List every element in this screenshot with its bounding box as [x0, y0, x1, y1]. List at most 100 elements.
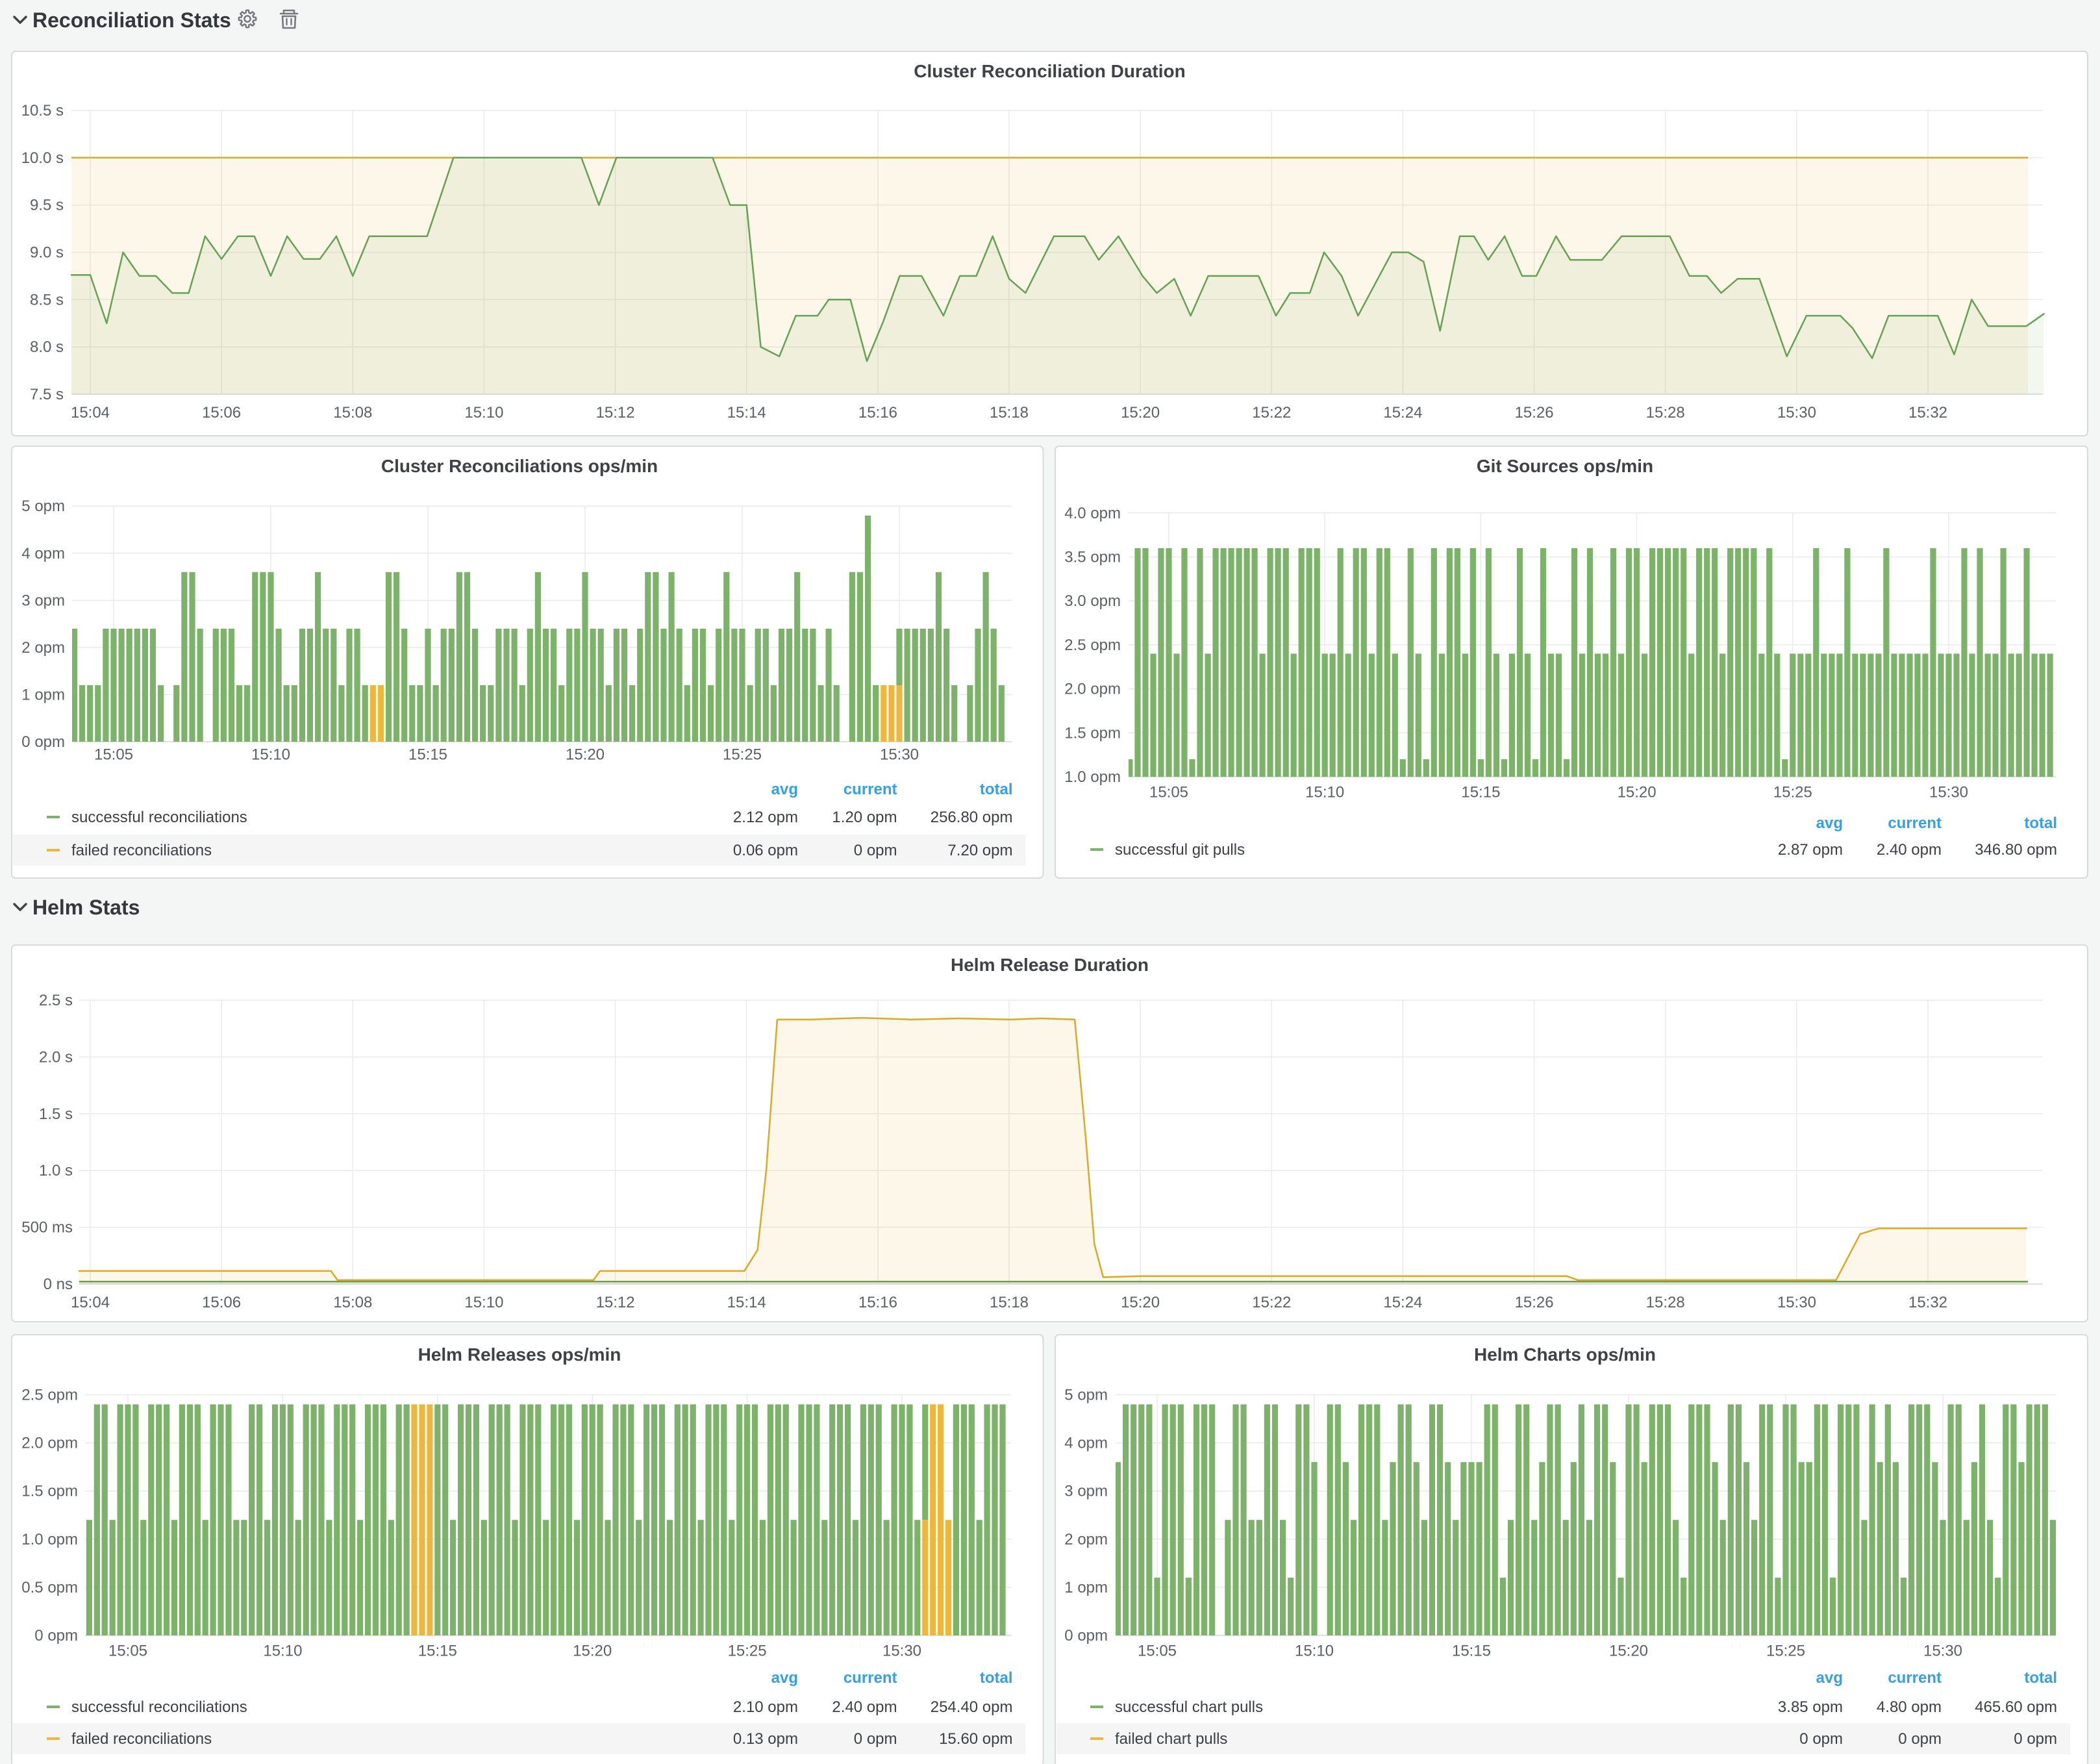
svg-text:15:18: 15:18	[990, 404, 1029, 422]
svg-text:15:20: 15:20	[1609, 1643, 1648, 1660]
svg-text:15:12: 15:12	[596, 404, 635, 422]
svg-text:15:18: 15:18	[990, 1294, 1029, 1311]
svg-text:0 ns: 0 ns	[44, 1276, 73, 1293]
svg-text:2.0 s: 2.0 s	[39, 1048, 73, 1066]
svg-text:15:24: 15:24	[1383, 404, 1422, 422]
svg-text:15:28: 15:28	[1646, 1294, 1685, 1311]
svg-text:3.85 opm: 3.85 opm	[1778, 1698, 1843, 1716]
svg-text:Cluster Reconciliations ops/mi: Cluster Reconciliations ops/min	[381, 456, 658, 476]
svg-text:15:30: 15:30	[1923, 1643, 1962, 1660]
svg-text:failed reconciliations: failed reconciliations	[71, 1730, 212, 1748]
svg-text:Helm Releases ops/min: Helm Releases ops/min	[418, 1344, 621, 1365]
svg-text:2 opm: 2 opm	[1064, 1531, 1108, 1548]
svg-text:15:25: 15:25	[723, 746, 762, 764]
svg-text:15:15: 15:15	[418, 1643, 457, 1660]
svg-text:successful reconciliations: successful reconciliations	[71, 1698, 247, 1716]
svg-text:Helm Stats: Helm Stats	[32, 896, 140, 919]
svg-text:0.13 opm: 0.13 opm	[733, 1730, 798, 1748]
svg-text:0.06 opm: 0.06 opm	[733, 842, 798, 859]
svg-text:15:16: 15:16	[858, 1294, 897, 1311]
svg-text:successful chart pulls: successful chart pulls	[1115, 1698, 1263, 1716]
svg-text:Helm Charts ops/min: Helm Charts ops/min	[1474, 1344, 1656, 1365]
svg-text:3 opm: 3 opm	[21, 592, 65, 609]
svg-text:15:04: 15:04	[71, 404, 110, 422]
svg-text:3.0 opm: 3.0 opm	[1064, 592, 1121, 610]
svg-text:1.5 s: 1.5 s	[39, 1105, 73, 1123]
svg-text:346.80 opm: 346.80 opm	[1975, 841, 2057, 859]
svg-text:5 opm: 5 opm	[1064, 1387, 1108, 1404]
svg-text:15:30: 15:30	[1777, 1294, 1816, 1311]
svg-text:15:12: 15:12	[596, 1294, 635, 1311]
svg-text:256.80 opm: 256.80 opm	[931, 809, 1013, 826]
svg-text:15:05: 15:05	[94, 746, 133, 764]
svg-text:10.0 s: 10.0 s	[21, 149, 64, 167]
svg-text:8.0 s: 8.0 s	[30, 338, 64, 356]
svg-text:current: current	[1888, 1669, 1942, 1687]
svg-text:total: total	[2024, 1669, 2057, 1687]
svg-text:1 opm: 1 opm	[21, 687, 65, 704]
svg-text:5 opm: 5 opm	[21, 498, 65, 515]
svg-text:15:05: 15:05	[1149, 784, 1188, 801]
svg-text:successful reconciliations: successful reconciliations	[71, 809, 247, 826]
svg-text:500 ms: 500 ms	[21, 1219, 73, 1237]
svg-text:0 opm: 0 opm	[21, 733, 65, 751]
svg-text:15:30: 15:30	[1929, 784, 1968, 801]
svg-text:15:20: 15:20	[1618, 784, 1656, 801]
svg-text:2.10 opm: 2.10 opm	[733, 1698, 798, 1716]
svg-text:0 opm: 0 opm	[1064, 1627, 1108, 1644]
svg-text:4 opm: 4 opm	[21, 545, 65, 562]
svg-text:0 opm: 0 opm	[2014, 1730, 2057, 1748]
svg-text:15:04: 15:04	[71, 1294, 110, 1311]
svg-text:15:24: 15:24	[1383, 1294, 1422, 1311]
svg-text:3.5 opm: 3.5 opm	[1064, 549, 1121, 566]
svg-text:total: total	[980, 781, 1013, 798]
svg-text:total: total	[980, 1669, 1013, 1687]
svg-text:15:10: 15:10	[1295, 1643, 1334, 1660]
svg-text:1.0 opm: 1.0 opm	[21, 1531, 78, 1548]
svg-text:15:15: 15:15	[1461, 784, 1500, 801]
svg-text:current: current	[1888, 814, 1942, 832]
svg-text:15:26: 15:26	[1515, 404, 1554, 422]
svg-text:15:10: 15:10	[464, 404, 503, 422]
svg-text:15:25: 15:25	[1766, 1643, 1805, 1660]
svg-text:avg: avg	[1816, 814, 1843, 832]
svg-text:current: current	[844, 1669, 897, 1687]
svg-text:465.60 opm: 465.60 opm	[1975, 1698, 2057, 1716]
svg-text:0 opm: 0 opm	[1898, 1730, 1942, 1748]
svg-text:0 opm: 0 opm	[854, 1730, 897, 1748]
svg-text:1.5 opm: 1.5 opm	[21, 1483, 78, 1500]
svg-text:15:25: 15:25	[728, 1643, 767, 1660]
svg-text:1.20 opm: 1.20 opm	[832, 809, 897, 826]
svg-text:15:28: 15:28	[1646, 404, 1685, 422]
svg-text:1.5 opm: 1.5 opm	[1064, 724, 1121, 742]
svg-text:avg: avg	[1816, 1669, 1843, 1687]
svg-text:2.0 opm: 2.0 opm	[21, 1435, 78, 1452]
svg-text:3 opm: 3 opm	[1064, 1483, 1108, 1500]
svg-text:15:10: 15:10	[251, 746, 290, 764]
svg-text:Reconciliation Stats: Reconciliation Stats	[32, 8, 231, 32]
svg-text:15:25: 15:25	[1773, 784, 1812, 801]
svg-text:15:08: 15:08	[333, 404, 372, 422]
svg-text:15:14: 15:14	[727, 404, 766, 422]
svg-text:15:05: 15:05	[108, 1643, 147, 1660]
svg-text:15:06: 15:06	[202, 1294, 241, 1311]
svg-text:Cluster Reconciliation Duratio: Cluster Reconciliation Duration	[914, 61, 1186, 81]
svg-text:2.5 opm: 2.5 opm	[21, 1387, 78, 1404]
svg-text:15:30: 15:30	[880, 746, 919, 764]
svg-text:15:32: 15:32	[1908, 404, 1947, 422]
svg-text:7.5 s: 7.5 s	[30, 386, 64, 403]
svg-text:1 opm: 1 opm	[1064, 1579, 1108, 1596]
svg-text:15:16: 15:16	[858, 404, 897, 422]
svg-text:4.0 opm: 4.0 opm	[1064, 505, 1121, 522]
svg-text:avg: avg	[771, 781, 798, 798]
svg-text:15:22: 15:22	[1252, 404, 1291, 422]
svg-text:4 opm: 4 opm	[1064, 1435, 1108, 1452]
svg-text:15:10: 15:10	[1305, 784, 1344, 801]
svg-text:15:30: 15:30	[882, 1643, 921, 1660]
svg-text:9.5 s: 9.5 s	[30, 197, 64, 214]
svg-text:254.40 opm: 254.40 opm	[931, 1698, 1013, 1716]
svg-text:2.0 opm: 2.0 opm	[1064, 681, 1121, 698]
svg-text:2.40 opm: 2.40 opm	[832, 1698, 897, 1716]
svg-text:total: total	[2024, 814, 2057, 832]
svg-text:0 opm: 0 opm	[1799, 1730, 1843, 1748]
